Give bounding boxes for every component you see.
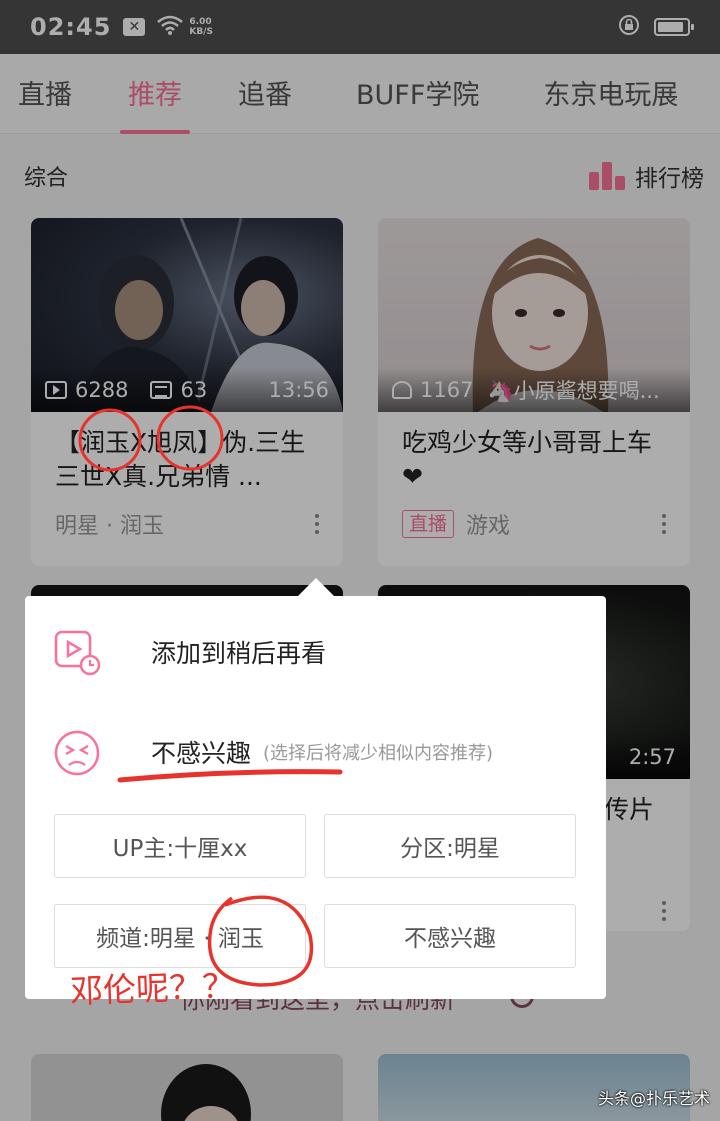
- more-options-popup: 添加到稍后再看 不感兴趣 (选择后将减少相似内容推荐) UP主:十厘xx 分区:…: [25, 596, 606, 999]
- watch-later-option[interactable]: 添加到稍后再看: [25, 622, 606, 682]
- chip-channel[interactable]: 频道:明星 · 润玉: [54, 904, 306, 968]
- chip-category[interactable]: 分区:明星: [324, 814, 576, 878]
- annotation-text: 邓伦呢？？: [69, 966, 236, 1011]
- not-interested-label: 不感兴趣: [151, 739, 252, 768]
- chip-not-interested[interactable]: 不感兴趣: [324, 904, 576, 968]
- not-interested-option[interactable]: 不感兴趣 (选择后将减少相似内容推荐): [25, 722, 606, 782]
- play-clock-icon: [53, 628, 101, 676]
- watch-later-label: 添加到稍后再看: [151, 639, 327, 668]
- watermark: 头条@扑乐艺术: [597, 1089, 710, 1108]
- not-interested-hint: (选择后将减少相似内容推荐): [263, 743, 494, 764]
- popup-arrow: [298, 578, 334, 596]
- sad-face-icon: [53, 728, 101, 776]
- chip-uploader[interactable]: UP主:十厘xx: [54, 814, 306, 878]
